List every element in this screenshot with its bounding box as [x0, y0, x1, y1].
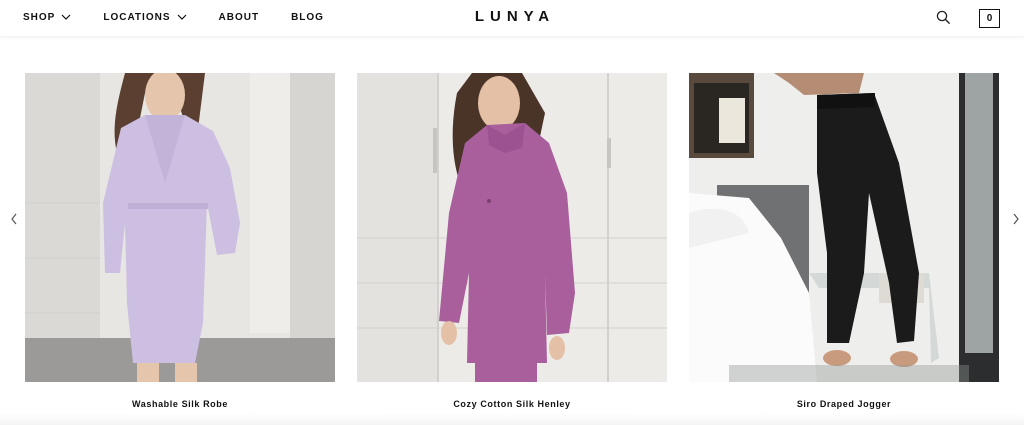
nav-locations[interactable]: LOCATIONS — [103, 10, 186, 24]
product-image-jogger[interactable] — [689, 73, 999, 382]
product-title[interactable]: Siro Draped Jogger — [689, 399, 999, 409]
chevron-down-icon — [177, 14, 187, 20]
product-image-henley[interactable] — [357, 73, 667, 382]
search-icon[interactable] — [936, 10, 951, 25]
carousel-next-button[interactable] — [1011, 212, 1021, 226]
cart-button[interactable]: 0 — [979, 9, 1000, 28]
main-nav: SHOP LOCATIONS ABOUT BLOG — [23, 10, 356, 24]
product-title[interactable]: Cozy Cotton Silk Henley — [357, 399, 667, 409]
carousel-prev-button[interactable] — [9, 212, 19, 226]
product-card[interactable]: Cozy Cotton Silk Henley — [357, 73, 667, 409]
product-card[interactable]: Washable Silk Robe — [25, 73, 335, 409]
nav-locations-label: LOCATIONS — [103, 11, 171, 23]
product-title[interactable]: Washable Silk Robe — [25, 399, 335, 409]
chevron-down-icon — [61, 14, 71, 20]
nav-about-label: ABOUT — [218, 11, 260, 23]
site-logo[interactable]: LUNYA — [469, 8, 555, 25]
nav-shop[interactable]: SHOP — [23, 10, 71, 24]
nav-shop-label: SHOP — [23, 11, 56, 23]
nav-about[interactable]: ABOUT — [219, 10, 260, 24]
cart-count: 0 — [986, 13, 993, 24]
product-image-robe[interactable] — [25, 73, 335, 382]
section-divider — [0, 413, 1024, 425]
chevron-right-icon — [1013, 213, 1019, 225]
product-card[interactable]: Siro Draped Jogger — [689, 73, 999, 409]
nav-blog-label: BLOG — [291, 11, 324, 23]
chevron-left-icon — [11, 213, 17, 225]
nav-blog[interactable]: BLOG — [291, 10, 324, 24]
site-header: SHOP LOCATIONS ABOUT BLOG LUNYA 0 — [0, 0, 1024, 36]
